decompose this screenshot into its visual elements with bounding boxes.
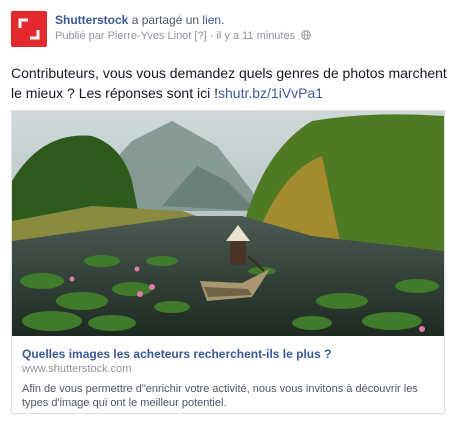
timestamp-link[interactable]: il y a 11 minutes xyxy=(216,30,295,42)
card-domain: www.shutterstock.com xyxy=(22,363,132,375)
action-text: a partagé un xyxy=(128,13,203,27)
author-link[interactable]: Pierre-Yves Linot xyxy=(108,30,192,42)
shutterstock-logo-icon xyxy=(18,18,40,40)
story-suffix: . xyxy=(221,13,225,27)
page-name-link[interactable]: Shutterstock xyxy=(55,13,128,27)
published-by-label: Publié par xyxy=(55,30,108,42)
story-link[interactable]: lien xyxy=(202,13,221,27)
post-message: Contributeurs, vous vous demandez quels … xyxy=(11,63,447,103)
card-description: Afin de vous permettre d"enrichir votre … xyxy=(22,383,418,409)
feed-post: Shutterstock a partagé un lien. Publié p… xyxy=(0,0,457,430)
card-image[interactable] xyxy=(12,111,444,336)
author-badge[interactable]: [?] xyxy=(191,30,209,42)
card-title[interactable]: Quelles images les acheteurs recherchent… xyxy=(22,347,331,361)
short-link[interactable]: shutr.bz/1iVvPa1 xyxy=(218,85,323,101)
page-avatar[interactable] xyxy=(11,11,47,47)
post-header: Shutterstock a partagé un lien. xyxy=(55,13,224,27)
globe-icon[interactable] xyxy=(301,30,311,40)
landscape-photo xyxy=(12,111,444,336)
post-meta: Publié par Pierre-Yves Linot [?] · il y … xyxy=(55,30,311,42)
link-preview-card[interactable]: Quelles images les acheteurs recherchent… xyxy=(11,110,445,414)
